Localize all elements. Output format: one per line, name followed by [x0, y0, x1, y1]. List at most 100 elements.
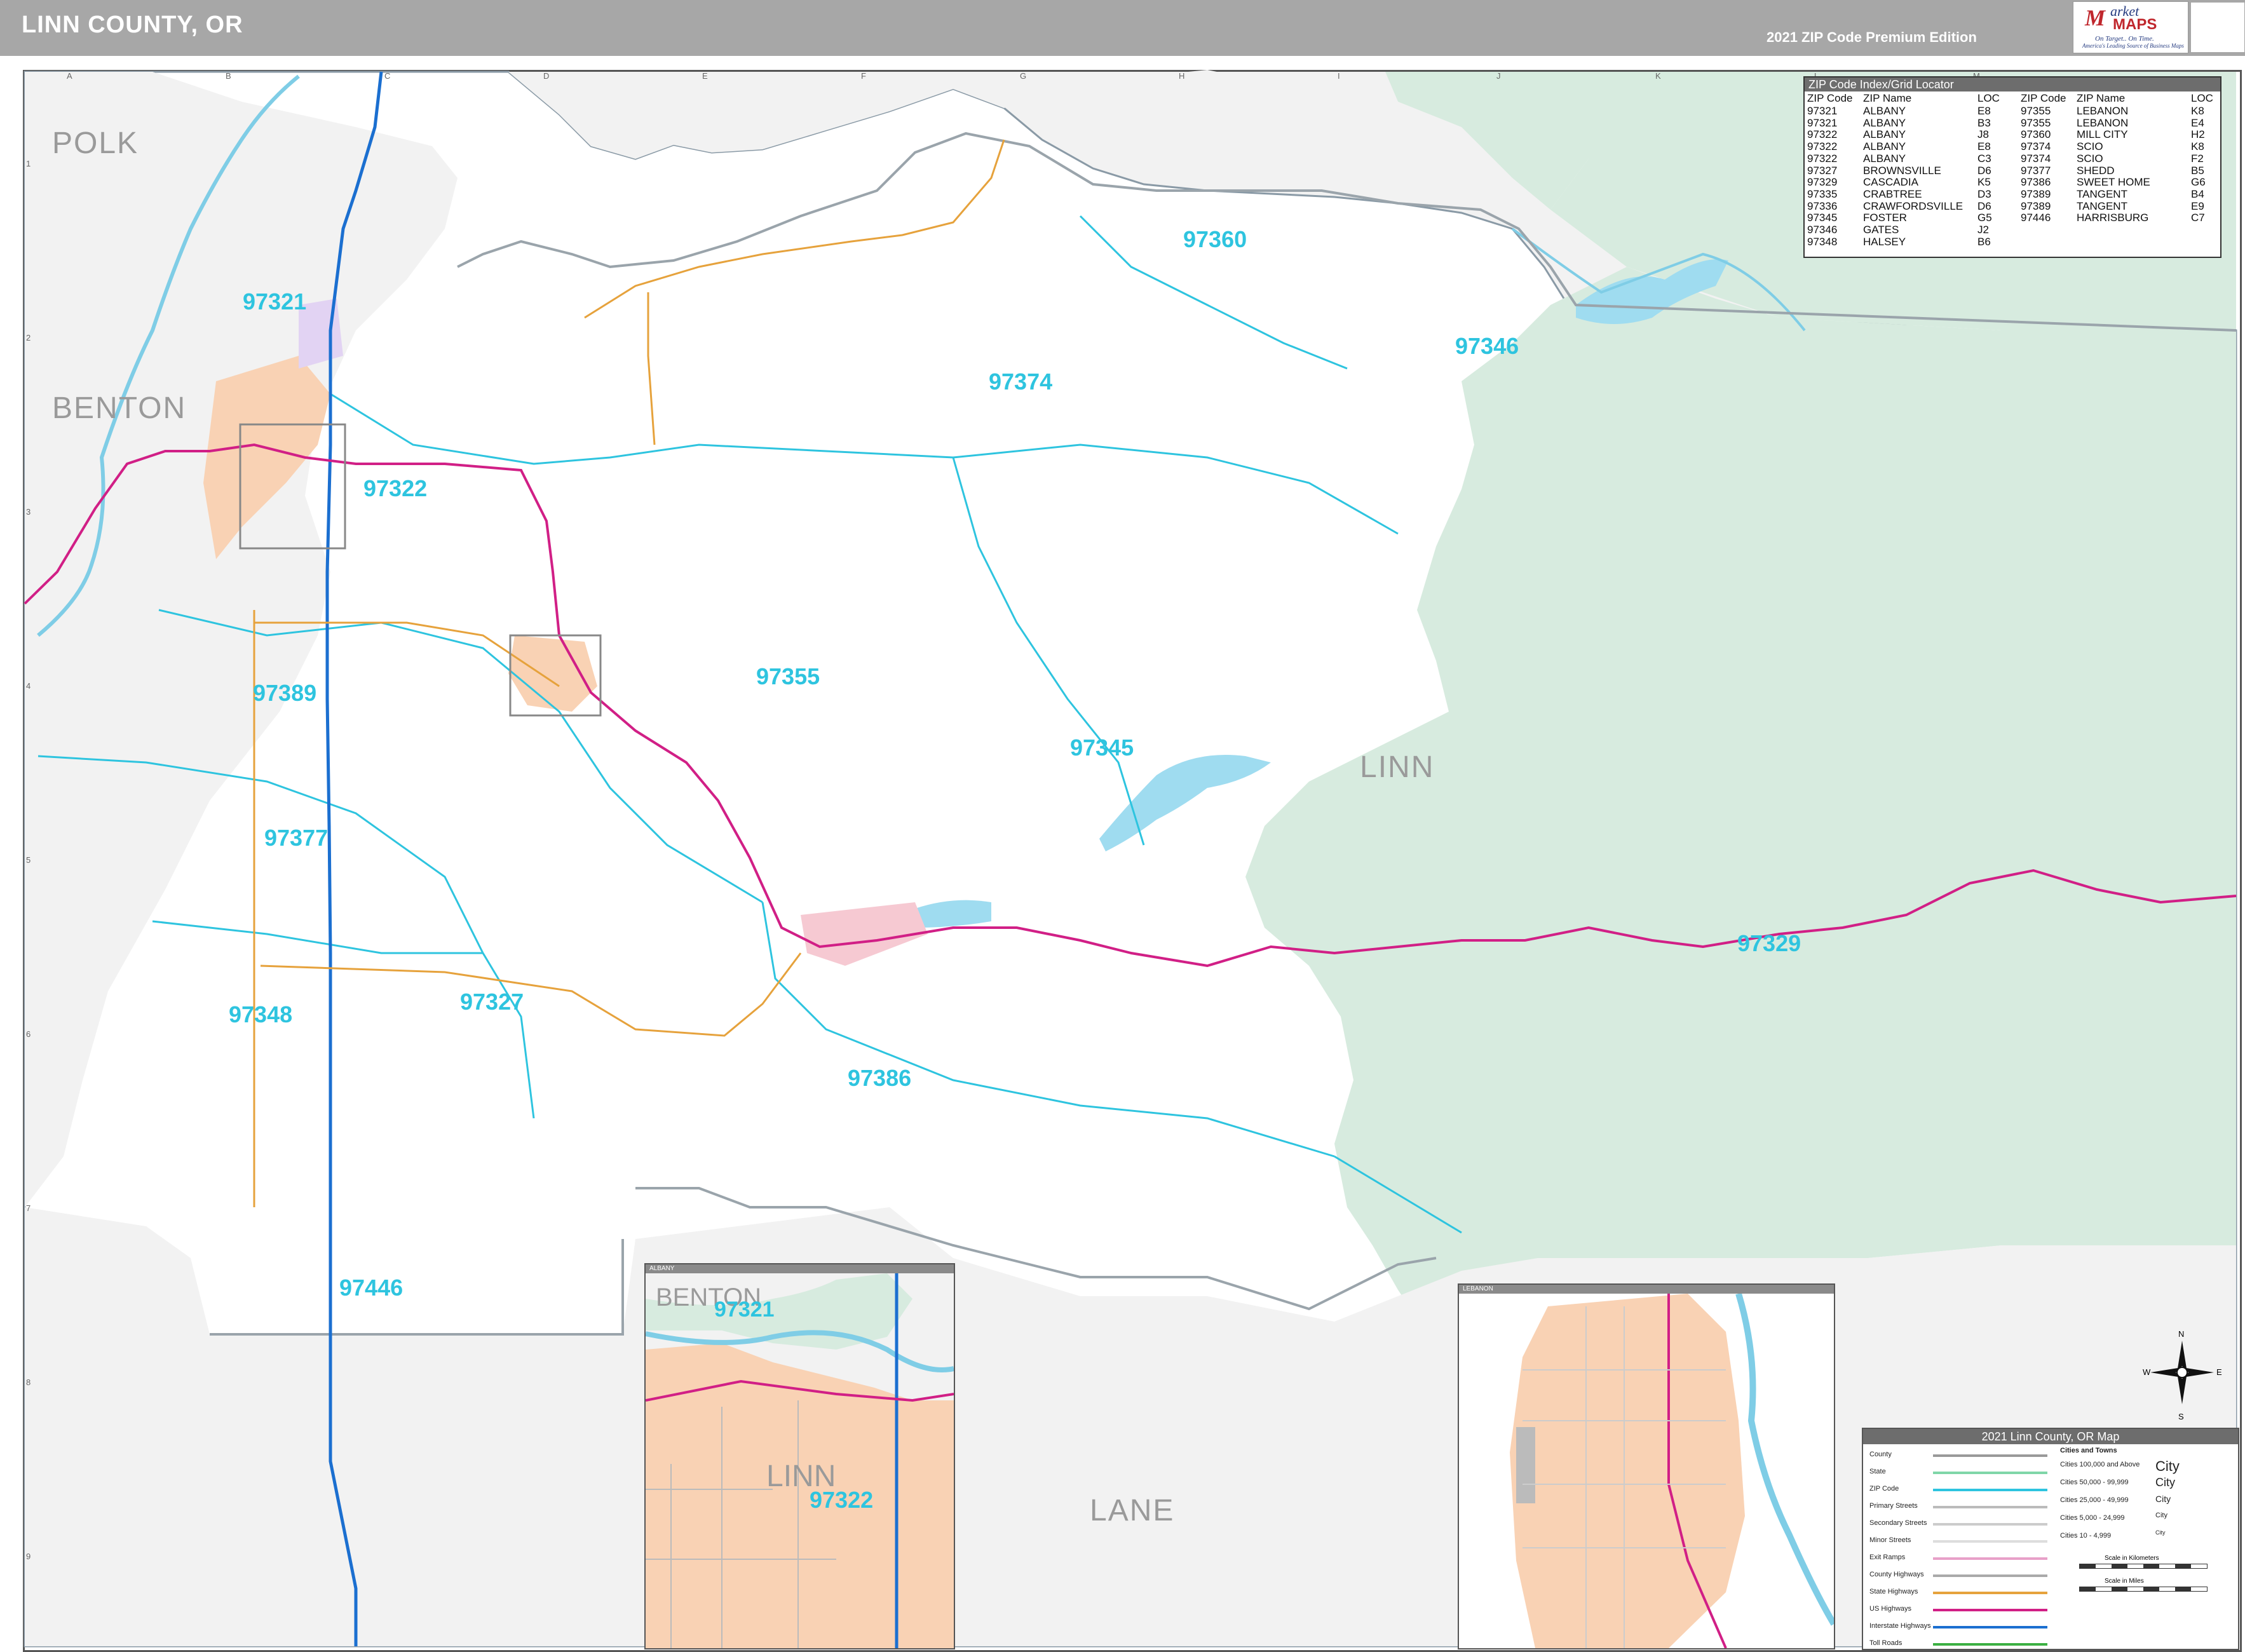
zip-label: 97374 — [989, 369, 1053, 395]
zip-index-zip: 97348 — [1807, 235, 1838, 248]
col-header: LOC — [1977, 92, 2000, 104]
zip-index-zip: 97322 — [1807, 128, 1838, 141]
grid-column-label: H — [1179, 71, 1185, 81]
zip-index-loc: E4 — [2191, 116, 2204, 129]
zip-index-zip: 97327 — [1807, 164, 1838, 177]
col-header: ZIP Code — [2021, 92, 2066, 104]
zip-index-loc: K5 — [1977, 176, 1991, 189]
zip-index-zip: 97446 — [2021, 212, 2051, 224]
zip-label: 97389 — [253, 680, 317, 706]
legend-city-sample: City — [2155, 1529, 2166, 1536]
legend-city-sample: City — [2155, 1458, 2180, 1474]
zip-index-zip: 97322 — [1807, 152, 1838, 165]
legend-item: County — [1869, 1451, 1892, 1458]
zip-index-loc: J8 — [1977, 128, 1989, 141]
zip-index-zip: 97321 — [1807, 116, 1838, 129]
zip-index-zip: 97386 — [2021, 176, 2051, 189]
zip-index-loc: K8 — [2191, 140, 2204, 153]
legend-item: State Highways — [1869, 1588, 1918, 1595]
zip-index-loc: J2 — [1977, 224, 1989, 236]
legend-cities-title: Cities and Towns — [2060, 1447, 2117, 1454]
zip-index-loc: E8 — [1977, 140, 1991, 153]
zip-index-name: SCIO — [2077, 140, 2103, 153]
zip-index-zip: 97335 — [1807, 187, 1838, 200]
zip-index-name: HARRISBURG — [2077, 212, 2149, 224]
zip-index-loc: K8 — [2191, 105, 2204, 117]
grid-column-label: K — [1655, 71, 1661, 81]
legend-city-sample: City — [2155, 1494, 2171, 1504]
grid-row-label: 6 — [26, 1029, 31, 1039]
zip-label: 97346 — [1455, 333, 1519, 359]
zip-index-zip: 97321 — [1807, 105, 1838, 117]
zip-index-name: BROWNSVILLE — [1863, 164, 1941, 177]
zip-index-loc: B4 — [2191, 187, 2204, 200]
legend-item: State — [1869, 1468, 1886, 1475]
lebanon-inset-map[interactable]: LEBANON — [1458, 1283, 1835, 1649]
map-legend: 2021 Linn County, OR Map County State ZIP … — [1862, 1428, 2239, 1650]
zip-index-loc: D6 — [1977, 200, 1991, 212]
zip-index-zip: 97329 — [1807, 176, 1838, 189]
col-header: ZIP Code — [1807, 92, 1853, 104]
zip-label: 97348 — [229, 1001, 293, 1027]
zip-index-loc: E9 — [2191, 200, 2204, 212]
zip-index-name: ALBANY — [1863, 152, 1906, 165]
zip-index-zip: 97377 — [2021, 164, 2051, 177]
zip-index-name: CRAWFORDSVILLE — [1863, 200, 1964, 212]
zip-label: 97322 — [363, 475, 428, 501]
legend-line-swatch — [1933, 1557, 2047, 1560]
compass-w: W — [2143, 1367, 2151, 1377]
grid-column-label: D — [543, 71, 550, 81]
legend-line-swatch — [1933, 1626, 2047, 1628]
legend-line-swatch — [1933, 1506, 2047, 1508]
legend-item: US Highways — [1869, 1605, 1912, 1613]
zip-index-loc: B6 — [1977, 235, 1991, 248]
grid-column-label: C — [384, 71, 391, 81]
county-label-lane: LANE — [1090, 1494, 1175, 1527]
grid-column-label: F — [861, 71, 866, 81]
legend-item: Minor Streets — [1869, 1536, 1911, 1544]
grid-column-label: B — [226, 71, 231, 81]
zip-index-zip: 97336 — [1807, 200, 1838, 212]
zip-index-name: TANGENT — [2077, 187, 2127, 200]
zip-index-zip: 97374 — [2021, 140, 2051, 153]
grid-column-label: A — [67, 71, 72, 81]
zip-index-zip: 97345 — [1807, 212, 1838, 224]
zip-index-zip: 97346 — [1807, 224, 1838, 236]
legend-city-sample: City — [2155, 1512, 2167, 1519]
legend-line-swatch — [1933, 1540, 2047, 1543]
zip-index-name: TANGENT — [2077, 200, 2127, 212]
inset-zip-label: 97321 — [714, 1297, 775, 1322]
compass-n: N — [2178, 1329, 2185, 1339]
zip-index-loc: H2 — [2191, 128, 2205, 141]
zip-index-loc: B5 — [2191, 164, 2204, 177]
zip-index-name: MILL CITY — [2077, 128, 2128, 141]
zip-index-name: GATES — [1863, 224, 1899, 236]
zip-label: 97355 — [756, 663, 820, 689]
zip-index-loc: G5 — [1977, 212, 1992, 224]
grid-row-label: 4 — [26, 681, 31, 691]
zip-label: 97321 — [243, 288, 307, 315]
col-header: ZIP Name — [2077, 92, 2126, 104]
zip-index-name: FOSTER — [1863, 212, 1907, 224]
col-header: ZIP Name — [1863, 92, 1912, 104]
county-label-benton: BENTON — [52, 391, 187, 425]
zip-index-title: ZIP Code Index/Grid Locator — [1805, 78, 2220, 91]
col-header: LOC — [2191, 92, 2213, 104]
legend-city-range: Cities 25,000 - 49,999 — [2060, 1496, 2129, 1504]
zip-label: 97377 — [264, 825, 329, 851]
compass-rose — [2150, 1341, 2214, 1404]
zip-index-loc: C3 — [1977, 152, 1991, 165]
grid-column-label: E — [702, 71, 708, 81]
legend-item: County Highways — [1869, 1571, 1924, 1578]
grid-row-label: 5 — [26, 855, 31, 865]
grid-row-label: 9 — [26, 1552, 31, 1561]
zip-index-loc: G6 — [2191, 176, 2206, 189]
lebanon-inset-graphic — [1459, 1294, 1834, 1648]
legend-line-swatch — [1933, 1643, 2047, 1646]
zip-index-name: LEBANON — [2077, 105, 2129, 117]
zip-index-zip: 97355 — [2021, 105, 2051, 117]
zip-index-name: HALSEY — [1863, 235, 1906, 248]
legend-line-swatch — [1933, 1454, 2047, 1457]
albany-inset-map[interactable]: ALBANY BENTON 97321 LINN 97322 — [644, 1263, 955, 1649]
zip-index-name: LEBANON — [2077, 116, 2129, 129]
